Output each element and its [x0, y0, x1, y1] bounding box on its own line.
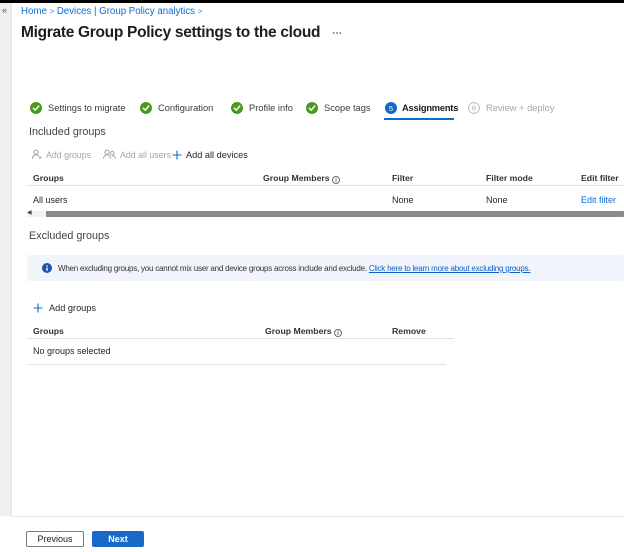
svg-text:6: 6: [472, 104, 476, 113]
svg-text:5: 5: [389, 104, 393, 113]
